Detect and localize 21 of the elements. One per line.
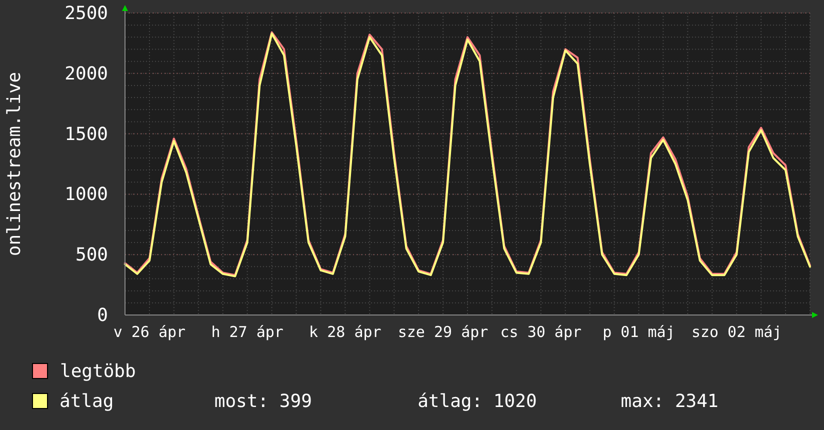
- axis-label: 1500: [64, 124, 108, 145]
- axis-label: p 01 máj: [602, 323, 675, 341]
- axis-title: onlinestream.live: [4, 72, 25, 256]
- legend-stat: max: 2341: [620, 390, 720, 412]
- axis-label: 2000: [64, 63, 108, 84]
- axis-label: 1000: [64, 184, 108, 206]
- axis-label: k 28 ápr: [309, 323, 382, 341]
- axis-label: cs 30 ápr: [500, 323, 582, 341]
- legend-stat: átlag: 1020: [418, 390, 538, 412]
- axis-label: 0: [97, 305, 108, 326]
- axis-label: v 26 ápr: [113, 323, 186, 341]
- legend-stat: most: 399: [214, 390, 313, 412]
- legend-swatch: [32, 393, 48, 409]
- legend-label: átlag: [60, 390, 115, 412]
- axis-label: sze 29 ápr: [398, 323, 488, 341]
- axis-label: h 27 ápr: [211, 323, 284, 341]
- axis-label: 2500: [64, 3, 108, 24]
- axis-label: 500: [75, 244, 108, 266]
- legend-swatch: [32, 363, 48, 379]
- legend-label: legtöbb: [60, 360, 137, 382]
- axis-label: szo 02 máj: [691, 323, 782, 341]
